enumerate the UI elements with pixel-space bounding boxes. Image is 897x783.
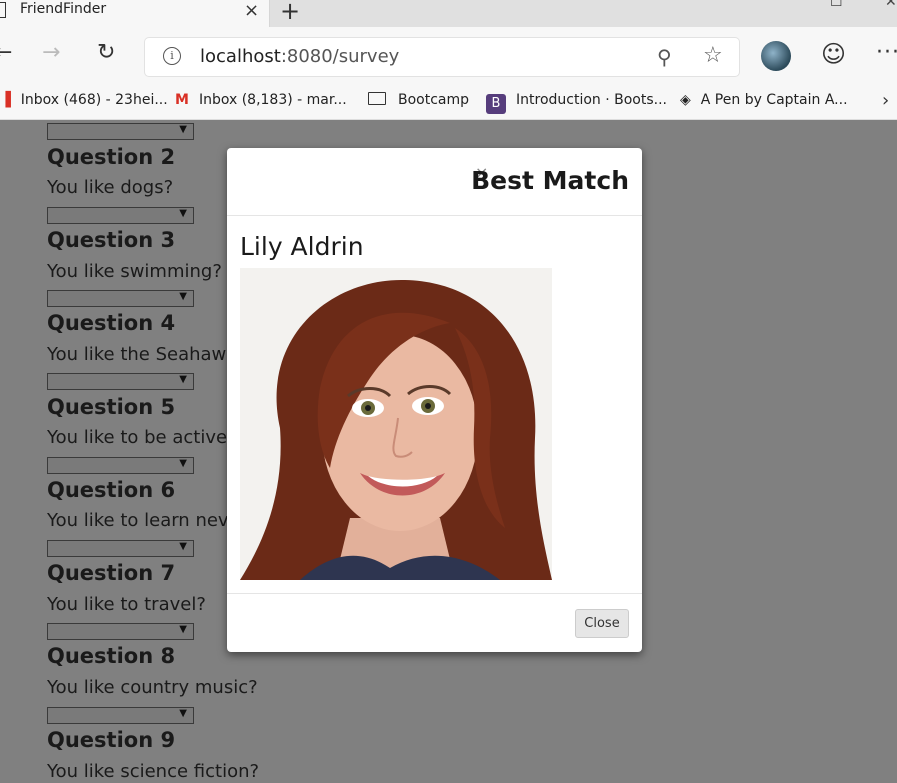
match-name: Lily Aldrin [240,232,364,261]
back-icon[interactable]: ← [0,40,12,65]
question-text: You like to be active [47,427,228,448]
dropdown-arrow-icon: ▼ [179,374,187,385]
gmail-icon: ▐ [0,92,11,108]
dropdown-arrow-icon: ▼ [179,541,187,552]
zoom-out-icon[interactable]: ⚲ [657,45,672,69]
modal-header: × Best Match [227,148,642,216]
browser-tab[interactable]: FriendFinder × [0,0,270,27]
forward-icon[interactable]: → [42,40,60,65]
bookmark-bootcamp[interactable]: Bootcamp [368,92,469,108]
question-heading: Question 6 [47,478,176,502]
bookmark-codepen[interactable]: ◈ A Pen by Captain A... [680,92,848,108]
match-photo [240,268,552,580]
chevron-right-icon[interactable]: › [882,90,889,111]
window-close-icon[interactable]: ✕ [885,0,897,10]
bookmarks-bar: ▐ Inbox (468) - 23hei... M Inbox (8,183) -… [0,85,897,120]
dropdown-arrow-icon: ▼ [179,708,187,719]
close-button[interactable]: Close [575,609,629,638]
favorite-star-icon[interactable]: ☆ [703,43,723,68]
dropdown-arrow-icon: ▼ [179,124,187,135]
page-icon [0,2,6,18]
question-heading: Question 7 [47,561,176,585]
question-heading: Question 2 [47,145,176,169]
feedback-smiley-icon[interactable]: ☺ [821,40,846,68]
question-text: You like to learn nev [47,510,229,531]
tab-strip: FriendFinder × + ☐ ✕ [0,0,897,27]
tab-title: FriendFinder [20,1,107,17]
question-heading: Question 8 [47,644,176,668]
question-text: You like swimming? [47,261,222,282]
tab-close-icon[interactable]: × [244,0,259,21]
dropdown-arrow-icon: ▼ [179,208,187,219]
question-heading: Question 5 [47,395,176,419]
question-heading: Question 3 [47,228,176,252]
address-bar[interactable]: i localhost:8080/survey ⚲ ☆ [145,38,739,76]
more-menu-icon[interactable]: ··· [876,40,897,65]
profile-avatar[interactable] [761,41,791,71]
best-match-modal: × Best Match Lily Aldrin Close [227,148,642,652]
folder-icon [368,92,386,105]
answer-select[interactable]: ▼ [47,290,194,307]
answer-select[interactable]: ▼ [47,207,194,224]
answer-select[interactable]: ▼ [47,623,194,640]
dropdown-arrow-icon: ▼ [179,624,187,635]
maximize-icon[interactable]: ☐ [830,0,843,10]
url-text[interactable]: localhost:8080/survey [200,46,399,67]
refresh-icon[interactable]: ↻ [97,40,115,65]
info-icon[interactable]: i [163,47,181,65]
question-text: You like to travel? [47,594,206,615]
question-text: You like science fiction? [47,761,260,782]
question-text: You like dogs? [47,177,174,198]
answer-select[interactable]: ▼ [47,373,194,390]
answer-select[interactable]: ▼ [47,457,194,474]
dropdown-arrow-icon: ▼ [179,291,187,302]
modal-footer: Close [227,593,642,652]
modal-title: Best Match [471,166,629,195]
bookmark-inbox-1[interactable]: ▐ Inbox (468) - 23hei... [0,92,168,108]
portrait-image [240,268,552,580]
codepen-icon: ◈ [680,92,691,108]
browser-toolbar: ← → ↻ i localhost:8080/survey ⚲ ☆ ☺ ··· [0,27,897,85]
bootstrap-icon: B [486,94,506,114]
question-heading: Question 9 [47,728,176,752]
bookmark-bootstrap[interactable]: B Introduction · Boots... [486,92,667,114]
question-text: You like the Seahaw [47,344,227,365]
dropdown-arrow-icon: ▼ [179,458,187,469]
answer-select[interactable]: ▼ [47,123,194,140]
answer-select[interactable]: ▼ [47,707,194,724]
question-heading: Question 4 [47,311,176,335]
gmail-icon: M [175,92,189,108]
bookmark-inbox-2[interactable]: M Inbox (8,183) - mar... [175,92,347,108]
new-tab-icon[interactable]: + [280,0,300,25]
question-text: You like country music? [47,677,258,698]
answer-select[interactable]: ▼ [47,540,194,557]
